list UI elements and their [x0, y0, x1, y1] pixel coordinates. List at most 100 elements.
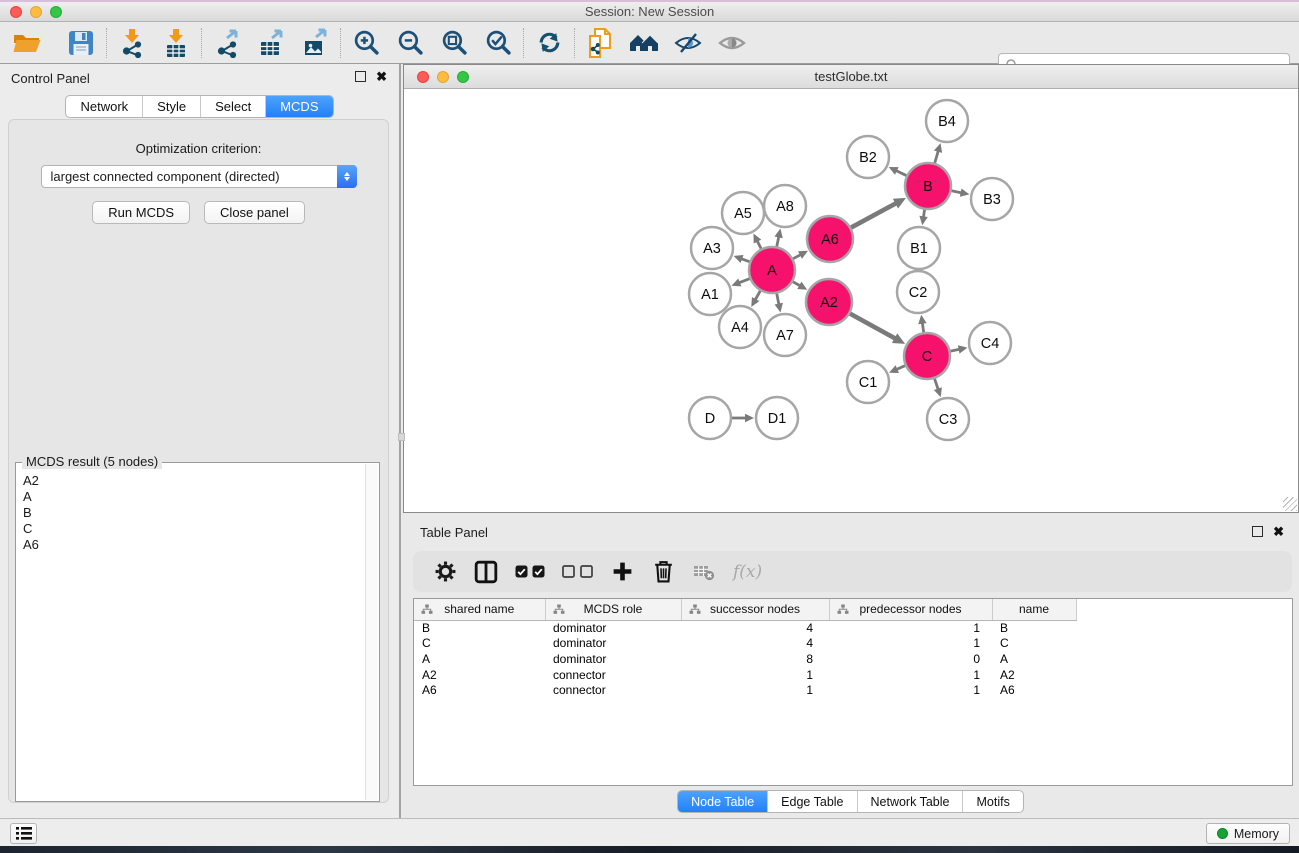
table-row[interactable]: Adominator80A [414, 651, 1292, 667]
zoom-out-icon[interactable] [393, 26, 427, 60]
tab-mcds[interactable]: MCDS [266, 96, 332, 117]
graph-edge-A6-B[interactable] [851, 203, 896, 227]
export-network-icon[interactable] [210, 26, 244, 60]
graph-edge-C-C1[interactable] [896, 366, 905, 370]
graph-edge-C-C2[interactable] [922, 323, 923, 333]
criterion-value: largest connected component (directed) [42, 169, 337, 184]
network-graph[interactable]: AA1A2A3A4A5A6A7A8BB1B2B3B4CC1C2C3C4DD1 [404, 89, 1298, 512]
network-canvas[interactable]: AA1A2A3A4A5A6A7A8BB1B2B3B4CC1C2C3C4DD1 [404, 89, 1298, 512]
graph-edge-A-A5[interactable] [757, 241, 761, 249]
column-header-predecessor-nodes[interactable]: predecessor nodes [829, 599, 992, 620]
mcds-result-list: A2ABCA6 [17, 469, 365, 800]
delete-table-icon[interactable] [692, 558, 716, 586]
tab-style[interactable]: Style [143, 96, 201, 117]
open-folder-icon[interactable] [10, 26, 44, 60]
zoom-fit-icon[interactable] [437, 26, 471, 60]
gear-icon[interactable] [433, 558, 457, 586]
graph-node-label-D: D [705, 411, 715, 427]
column-header-name[interactable]: name [992, 599, 1076, 620]
table-filler [1076, 599, 1292, 620]
graph-edge-B-B1[interactable] [923, 210, 924, 218]
export-image-icon[interactable] [298, 26, 332, 60]
graph-edge-arrowhead [934, 143, 942, 153]
column-header-mcds-role[interactable]: MCDS role [545, 599, 681, 620]
mcds-result-item[interactable]: A [23, 489, 365, 505]
tab-network[interactable]: Network [66, 96, 143, 117]
graph-edge-arrowhead [774, 229, 782, 239]
dropdown-stepper-icon [337, 165, 357, 188]
mcds-result-item[interactable]: A2 [23, 473, 365, 489]
graph-edge-A2-C[interactable] [850, 314, 895, 339]
table-row[interactable]: A6connector11A6 [414, 682, 1292, 698]
mcds-list-scrollbar[interactable] [365, 464, 378, 800]
column-header-shared-name[interactable]: shared name [414, 599, 545, 620]
attribute-tree-icon [553, 604, 565, 618]
graph-edge-B-B4[interactable] [935, 151, 939, 163]
graph-edge-A-A2[interactable] [793, 282, 800, 286]
graph-edge-arrowhead [958, 345, 968, 353]
export-table-icon[interactable] [254, 26, 288, 60]
zoom-in-icon[interactable] [349, 26, 383, 60]
deselect-all-checkboxes-icon[interactable] [562, 558, 593, 586]
resize-grip-icon[interactable] [1283, 497, 1297, 511]
graph-edge-A-A8[interactable] [777, 236, 779, 246]
attribute-tree-icon [689, 604, 701, 618]
table-close-icon[interactable]: ✖ [1273, 526, 1284, 537]
select-all-checkboxes-icon[interactable] [515, 558, 545, 586]
mcds-result-item[interactable]: A6 [23, 537, 365, 553]
graph-edge-C-C3[interactable] [935, 379, 939, 390]
tab-network-table[interactable]: Network Table [858, 791, 964, 812]
graph-edge-A-A1[interactable] [739, 279, 750, 283]
graph-node-label-A5: A5 [734, 206, 752, 222]
float-panel-icon[interactable] [355, 71, 366, 82]
graph-node-label-A3: A3 [703, 241, 721, 257]
table-row[interactable]: A2connector11A2 [414, 667, 1292, 683]
eye-icon[interactable] [715, 26, 749, 60]
task-history-button[interactable] [10, 823, 37, 844]
graph-edge-A-A7[interactable] [777, 294, 779, 305]
eye-slash-icon[interactable] [671, 26, 705, 60]
graph-edge-A-A3[interactable] [741, 259, 749, 262]
column-layout-icon[interactable] [474, 558, 498, 586]
tab-node-table[interactable]: Node Table [678, 791, 768, 812]
function-builder-icon[interactable]: f(x) [733, 558, 762, 586]
table-row[interactable]: Cdominator41C [414, 636, 1292, 652]
import-network-icon[interactable] [115, 26, 149, 60]
criterion-dropdown[interactable]: largest connected component (directed) [41, 165, 357, 188]
graph-edge-C-C4[interactable] [951, 349, 960, 351]
tab-select[interactable]: Select [201, 96, 266, 117]
table-row[interactable]: Bdominator41B [414, 620, 1292, 636]
table-panel: Table Panel ✖ [402, 520, 1299, 818]
trash-icon[interactable] [651, 558, 675, 586]
run-mcds-button[interactable]: Run MCDS [92, 201, 190, 224]
tab-edge-table[interactable]: Edge Table [768, 791, 857, 812]
close-panel-button[interactable]: Close panel [204, 201, 305, 224]
table-tabbar: Node Table Edge Table Network Table Moti… [677, 790, 1024, 813]
session-document-icon[interactable] [583, 26, 617, 60]
graph-edge-B-B2[interactable] [896, 170, 906, 175]
table-float-icon[interactable] [1252, 526, 1263, 537]
splitpane-handle[interactable] [398, 433, 405, 441]
graph-node-label-A7: A7 [776, 328, 794, 344]
workspace-area: testGlobe.txt AA1A2A3A4A5A6A7A8BB1B2B3B4… [402, 64, 1299, 818]
optimization-criterion-label: Optimization criterion: [9, 141, 388, 156]
mcds-result-item[interactable]: B [23, 505, 365, 521]
graph-edge-arrowhead [734, 255, 744, 263]
zoom-selected-icon[interactable] [481, 26, 515, 60]
mcds-result-item[interactable]: C [23, 521, 365, 537]
column-header-successor-nodes[interactable]: successor nodes [681, 599, 829, 620]
network-window-titlebar[interactable]: testGlobe.txt [404, 65, 1298, 89]
add-column-icon[interactable] [610, 558, 634, 586]
close-panel-icon[interactable]: ✖ [376, 71, 387, 82]
memory-label: Memory [1234, 827, 1279, 841]
tab-motifs[interactable]: Motifs [963, 791, 1022, 812]
import-table-icon[interactable] [159, 26, 193, 60]
graph-edge-A-A4[interactable] [755, 291, 760, 300]
control-panel-title: Control Panel [11, 71, 90, 86]
memory-button[interactable]: Memory [1206, 823, 1290, 844]
save-icon[interactable] [64, 26, 98, 60]
graph-edge-A-A6[interactable] [793, 255, 801, 259]
graph-edge-B-B3[interactable] [952, 191, 962, 193]
home-icon[interactable] [627, 26, 661, 60]
refresh-icon[interactable] [532, 26, 566, 60]
